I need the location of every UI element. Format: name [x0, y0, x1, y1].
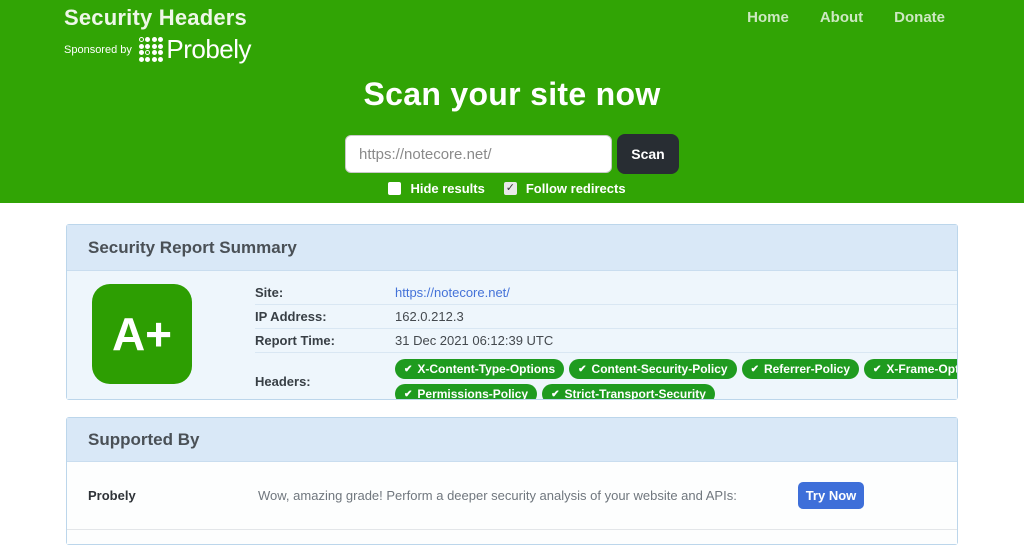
- header-pill: ✔Referrer-Policy: [742, 359, 859, 379]
- table-row: Report Time: 31 Dec 2021 06:12:39 UTC: [255, 329, 957, 353]
- url-input[interactable]: [345, 135, 612, 173]
- check-icon: ✔: [551, 389, 559, 400]
- report-time-value: 31 Dec 2021 06:12:39 UTC: [395, 333, 957, 348]
- ip-value: 162.0.212.3: [395, 309, 957, 324]
- header-pill: ✔Strict-Transport-Security: [542, 384, 715, 399]
- hide-results-checkbox[interactable]: [388, 182, 401, 195]
- probely-logo-icon: [139, 37, 164, 62]
- sponsored-by-label: Sponsored by: [64, 44, 132, 56]
- follow-redirects-checkbox[interactable]: ✓: [504, 182, 517, 195]
- site-link[interactable]: https://notecore.net/: [395, 285, 510, 300]
- grade-badge: A+: [92, 284, 192, 384]
- table-row: Headers: ✔X-Content-Type-Options ✔Conten…: [255, 353, 957, 399]
- try-now-button[interactable]: Try Now: [798, 482, 864, 509]
- header-pill: ✔X-Content-Type-Options: [395, 359, 564, 379]
- check-icon: ✔: [404, 389, 412, 400]
- ip-label: IP Address:: [255, 309, 395, 324]
- scan-options: Hide results ✓ Follow redirects: [0, 181, 1024, 196]
- header-pill: ✔Permissions-Policy: [395, 384, 537, 399]
- check-icon: ✔: [404, 364, 412, 375]
- brand: Security Headers Sponsored by Probely: [64, 5, 251, 65]
- sponsor-name: Probely: [88, 488, 258, 503]
- nav-link-donate[interactable]: Donate: [894, 9, 945, 26]
- security-report-summary-panel: Security Report Summary A+ Site: https:/…: [66, 224, 958, 400]
- summary-table: Site: https://notecore.net/ IP Address: …: [255, 281, 957, 399]
- sponsor-logo-text[interactable]: Probely: [166, 34, 251, 65]
- header-pill-list: ✔X-Content-Type-Options ✔Content-Securit…: [395, 359, 957, 399]
- report-time-label: Report Time:: [255, 333, 395, 348]
- supported-panel-title: Supported By: [67, 418, 957, 462]
- main-nav: Home About Donate: [747, 5, 945, 26]
- headers-label: Headers:: [255, 374, 395, 389]
- nav-link-home[interactable]: Home: [747, 9, 789, 26]
- check-icon: ✔: [873, 364, 881, 375]
- nav-link-about[interactable]: About: [820, 9, 863, 26]
- check-icon: ✔: [578, 364, 586, 375]
- follow-redirects-label: Follow redirects: [526, 181, 626, 196]
- table-row: Site: https://notecore.net/: [255, 281, 957, 305]
- check-icon: ✔: [751, 364, 759, 375]
- scan-button[interactable]: Scan: [617, 134, 679, 174]
- header-pill: ✔X-Frame-Options: [864, 359, 957, 379]
- sponsor-message: Wow, amazing grade! Perform a deeper sec…: [258, 488, 798, 503]
- site-label: Site:: [255, 285, 395, 300]
- scan-form: Scan: [0, 134, 1024, 174]
- page-title: Scan your site now: [0, 76, 1024, 113]
- sponsor-row: Probely Wow, amazing grade! Perform a de…: [67, 462, 957, 530]
- table-row: IP Address: 162.0.212.3: [255, 305, 957, 329]
- supported-by-panel: Supported By Probely Wow, amazing grade!…: [66, 417, 958, 545]
- site-title: Security Headers: [64, 5, 251, 31]
- summary-panel-title: Security Report Summary: [67, 225, 957, 271]
- hide-results-label: Hide results: [410, 181, 484, 196]
- banner: Security Headers Sponsored by Probely Ho…: [0, 0, 1024, 203]
- header-pill: ✔Content-Security-Policy: [569, 359, 736, 379]
